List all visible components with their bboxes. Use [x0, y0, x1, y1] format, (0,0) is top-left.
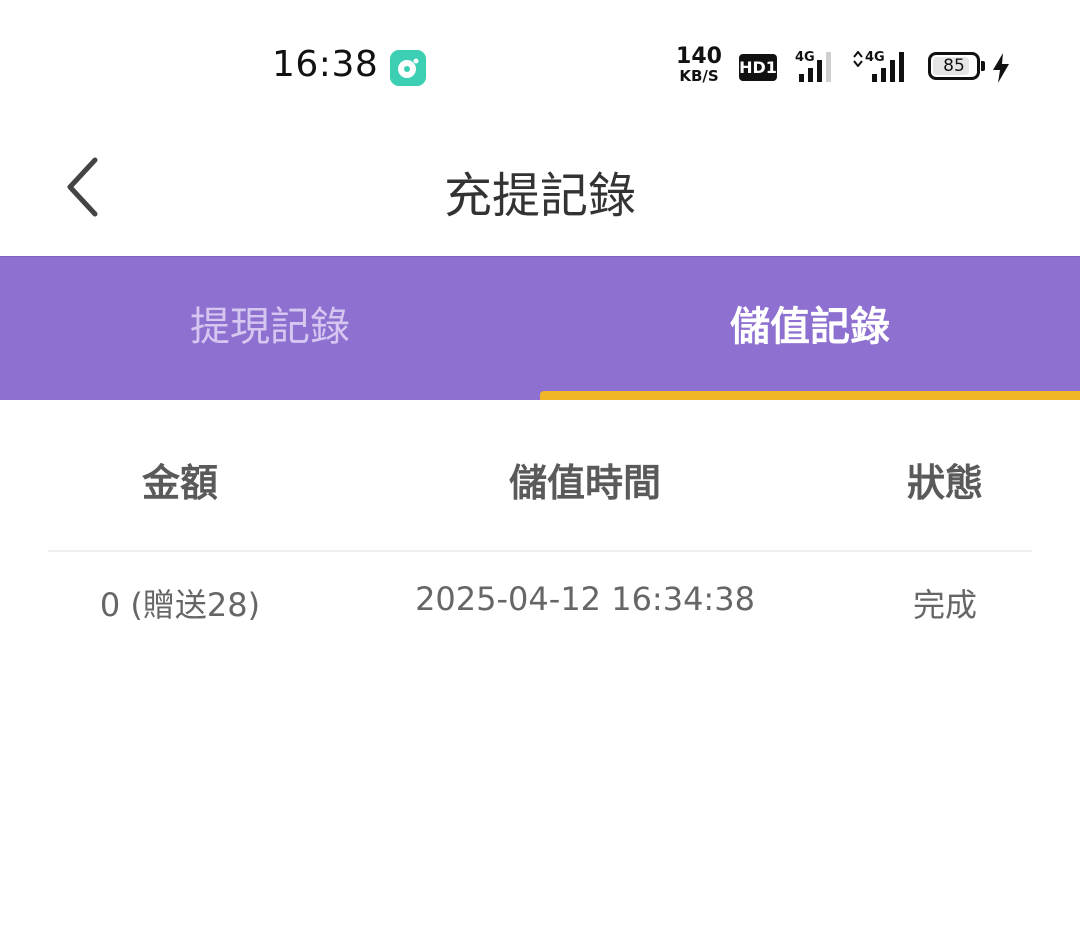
column-header-amount: 金額	[141, 461, 218, 505]
app-header: 充提記錄	[0, 120, 1080, 256]
disc-icon	[398, 58, 419, 78]
network-speed-value: 140	[676, 44, 722, 69]
tab-withdraw-records[interactable]: 提現記錄	[0, 257, 540, 400]
cell-amount: 0 (贈送28)	[99, 586, 261, 624]
active-tab-indicator	[540, 391, 1080, 400]
data-transfer-arrows-icon	[853, 51, 863, 67]
table-row: 0 (贈送28) 2025-04-12 16:34:38 完成	[0, 552, 1080, 648]
charging-bolt-icon	[993, 53, 1009, 83]
signal-sim1-icon: 4G	[795, 48, 839, 82]
column-header-status: 狀態	[906, 461, 983, 505]
cell-deposit-time: 2025-04-12 16:34:38	[415, 580, 755, 618]
signal-sim2-icon: 4G	[853, 48, 913, 82]
sim1-network-label: 4G	[795, 50, 815, 65]
status-bar: 16:38 140 KB/S HD1 4G 4G 85	[0, 0, 1080, 120]
battery-tip	[981, 61, 985, 71]
battery-icon: 85	[928, 52, 980, 80]
tab-bar: 提現記錄 儲值記錄	[0, 256, 1080, 400]
cell-status: 完成	[912, 586, 977, 624]
sim2-network-label: 4G	[865, 50, 885, 65]
app-notification-icon	[390, 50, 426, 86]
tab-deposit-records[interactable]: 儲值記錄	[540, 257, 1080, 400]
page-title: 充提記錄	[443, 168, 636, 224]
network-speed-unit: KB/S	[679, 67, 719, 85]
battery-percent: 85	[943, 56, 965, 76]
column-header-deposit-time: 儲值時間	[508, 461, 661, 505]
hd-voice-icon: HD1	[739, 54, 777, 81]
network-speed: 140 KB/S	[676, 46, 722, 84]
status-time: 16:38	[272, 44, 379, 85]
table-header: 金額 儲值時間 狀態	[0, 400, 1080, 550]
